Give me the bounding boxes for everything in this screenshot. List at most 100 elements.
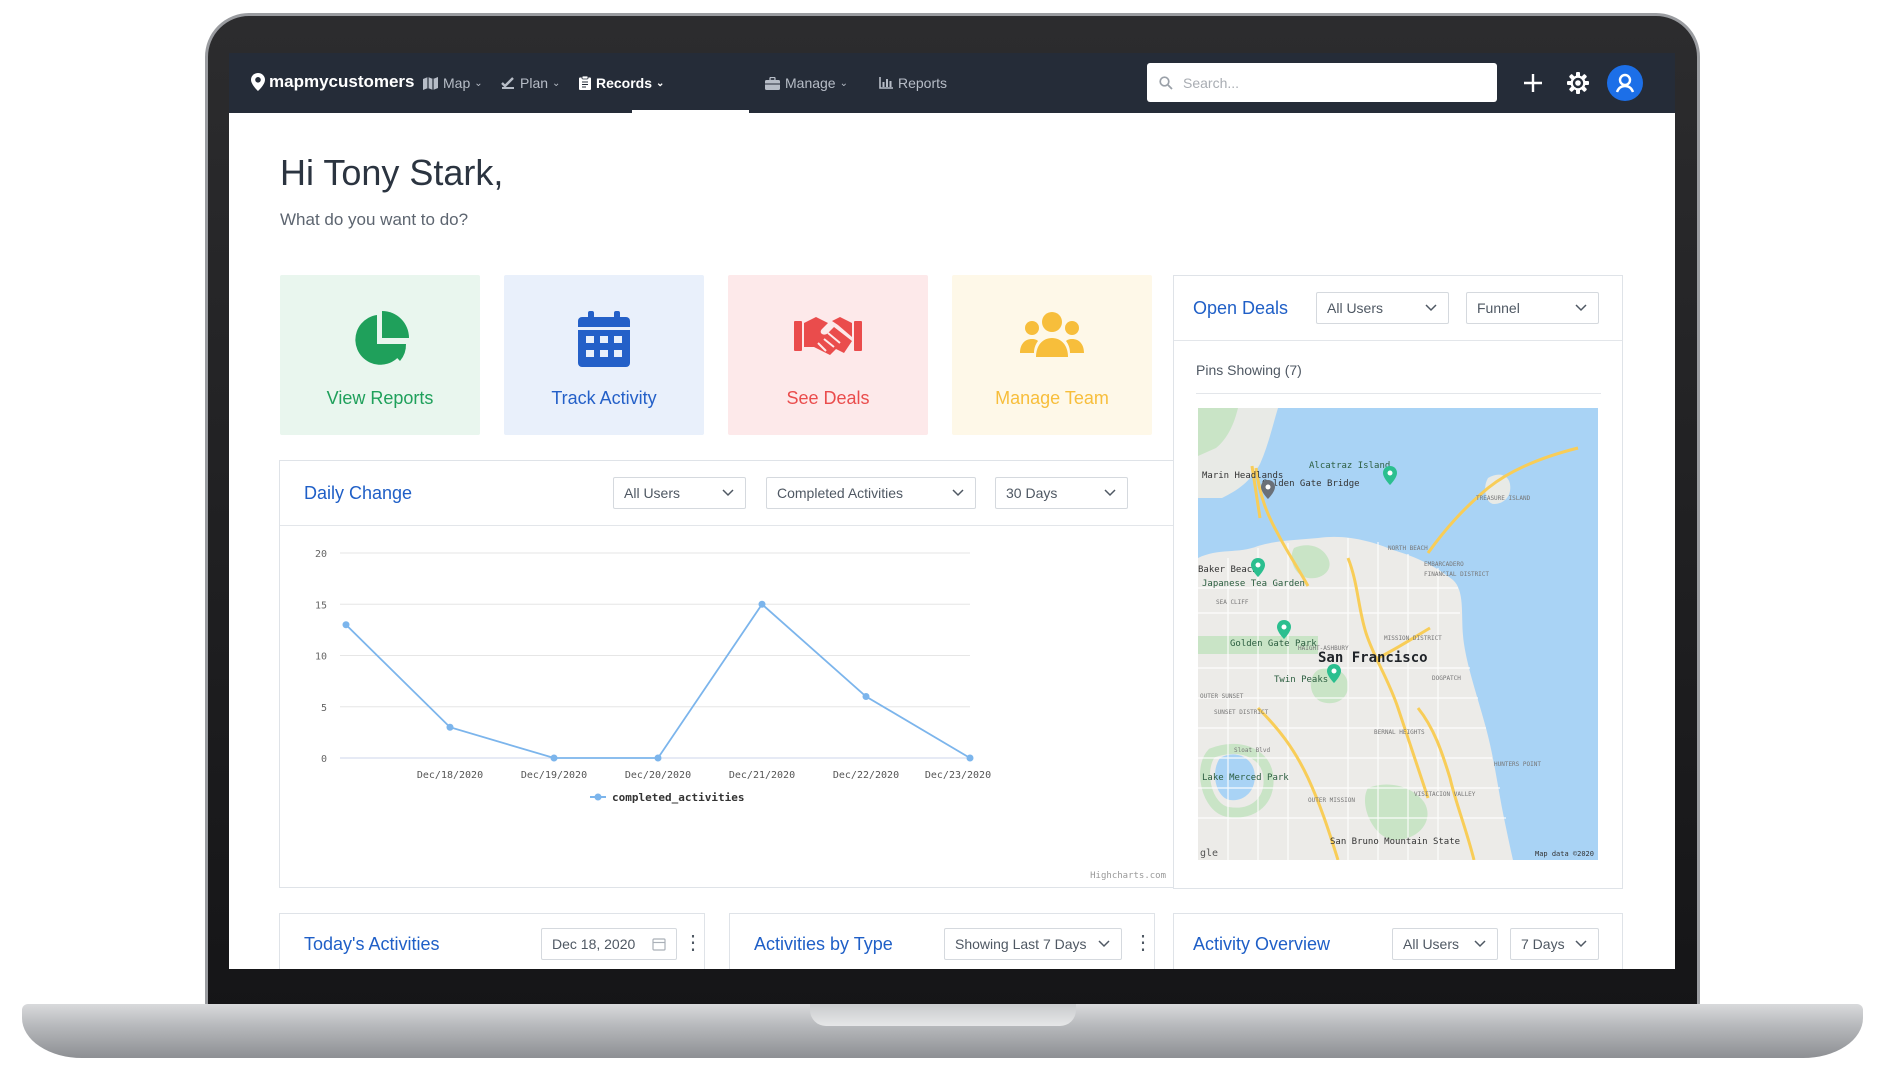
gear-icon[interactable]	[1566, 71, 1590, 95]
y-tick-label: 20	[315, 549, 327, 560]
legend-marker	[594, 793, 602, 801]
map-label: Lake Merced Park	[1202, 773, 1289, 783]
map-label: San Bruno Mountain State	[1330, 837, 1460, 847]
brand-name: mapmycustomers	[269, 72, 415, 91]
map-label: Baker Beach	[1198, 565, 1258, 575]
chevron-down-icon	[952, 489, 964, 497]
nav-manage-label: Manage	[785, 75, 836, 91]
chevron-down-icon	[1425, 304, 1437, 312]
deals-map[interactable]: San Francisco Alcatraz Island Golden Gat…	[1198, 408, 1598, 860]
chevron-down-icon	[1474, 940, 1486, 948]
map-icon	[423, 76, 438, 90]
deal-view-value: Funnel	[1477, 300, 1520, 316]
data-point	[966, 754, 974, 762]
more-options-icon[interactable]: ⋮	[1133, 933, 1153, 953]
team-icon	[1020, 312, 1084, 357]
chevron-down-icon	[1098, 940, 1110, 948]
track-activity-label: Track Activity	[551, 388, 657, 408]
calendar-icon	[578, 311, 630, 367]
handshake-icon	[794, 317, 862, 355]
todays-activities-card: Today's Activities Dec 18, 2020 ⋮	[279, 913, 705, 969]
search-icon	[1159, 75, 1173, 90]
series-line-completed-activities	[345, 602, 971, 759]
deal-users-select[interactable]: All Users	[1316, 292, 1449, 324]
chevron-down-icon: ⌄	[474, 77, 483, 89]
data-point	[446, 723, 454, 731]
metric-filter-select[interactable]: Completed Activities	[766, 477, 976, 509]
map-label: OUTER MISSION	[1308, 797, 1355, 804]
map-pin-icon	[251, 73, 265, 91]
activity-overview-card: Activity Overview All Users 7 Days	[1173, 913, 1623, 969]
open-deals-card: Open Deals All Users Funnel Pins Showing…	[1173, 275, 1623, 889]
chevron-down-icon: ⌄	[656, 77, 665, 89]
map-label: Alcatraz Island	[1309, 461, 1390, 471]
user-icon	[1615, 73, 1635, 93]
map-label: SEA CLIFF	[1216, 599, 1249, 606]
map-label: FINANCIAL DISTRICT	[1424, 571, 1489, 578]
map-label: HUNTERS POINT	[1494, 761, 1541, 768]
plus-icon[interactable]	[1522, 72, 1544, 94]
activity-overview-title: Activity Overview	[1193, 934, 1331, 954]
deal-view-select[interactable]: Funnel	[1466, 292, 1599, 324]
type-range-select[interactable]: Showing Last 7 Days	[944, 928, 1122, 960]
card-divider	[1196, 393, 1601, 394]
nav-plan-label: Plan	[520, 75, 549, 91]
daily-change-card: Daily Change All Users Completed Activit…	[279, 460, 1185, 888]
user-avatar[interactable]	[1607, 65, 1643, 101]
overview-range-select[interactable]: 7 Days	[1510, 928, 1599, 960]
nav-map-label: Map	[443, 75, 471, 91]
overview-users-value: All Users	[1403, 936, 1460, 952]
track-activity-tile[interactable]: Track Activity	[504, 275, 704, 435]
nav-manage[interactable]: Manage ⌄	[765, 53, 848, 113]
x-tick-label: Dec/23/2020	[925, 770, 991, 781]
map-label: OUTER SUNSET	[1200, 693, 1244, 700]
date-picker-input[interactable]: Dec 18, 2020	[541, 928, 677, 960]
chevron-down-icon	[1575, 940, 1587, 948]
search-input[interactable]	[1181, 73, 1475, 92]
nav-plan[interactable]: Plan ⌄	[501, 53, 560, 113]
pins-showing-count: Pins Showing (7)	[1196, 362, 1302, 378]
map-label: NORTH BEACH	[1388, 545, 1428, 552]
type-range-value: Showing Last 7 Days	[955, 936, 1087, 952]
more-options-icon[interactable]: ⋮	[683, 933, 703, 953]
map-logo: gle	[1200, 848, 1218, 859]
x-tick-label: Dec/20/2020	[625, 770, 691, 781]
map-label: SUNSET DISTRICT	[1214, 709, 1269, 716]
nav-map[interactable]: Map ⌄	[423, 53, 483, 113]
briefcase-icon	[765, 76, 780, 90]
map-label: Twin Peaks	[1274, 675, 1328, 685]
daily-change-line-chart: 0 5 10 15 20 Dec/18/2020 Dec/19/2020 Dec/20/20…	[315, 549, 1166, 881]
global-search[interactable]	[1147, 63, 1497, 102]
view-reports-label: View Reports	[326, 388, 434, 408]
check-list-icon	[501, 76, 514, 89]
map-label: HAIGHT-ASHBURY	[1298, 645, 1349, 652]
data-point	[654, 754, 662, 762]
map-label: VISITACION VALLEY	[1414, 791, 1476, 798]
see-deals-label: See Deals	[786, 388, 870, 408]
y-tick-label: 10	[315, 652, 327, 663]
app-screen: mapmycustomers Map ⌄ Plan ⌄ Records ⌄ Ma…	[229, 53, 1675, 969]
chevron-down-icon	[1575, 304, 1587, 312]
view-reports-tile[interactable]: View Reports	[280, 275, 480, 435]
brand-logo[interactable]: mapmycustomers	[251, 72, 415, 92]
map-label: Marin Headlands	[1202, 471, 1283, 481]
map-label: EMBARCADERO	[1424, 561, 1464, 568]
legend-label: completed_activities	[612, 791, 744, 804]
overview-users-select[interactable]: All Users	[1392, 928, 1498, 960]
see-deals-tile[interactable]: See Deals	[728, 275, 928, 435]
overview-range-value: 7 Days	[1521, 936, 1565, 952]
map-label: Japanese Tea Garden	[1202, 579, 1305, 589]
map-city-label: San Francisco	[1318, 650, 1428, 666]
date-picker-value: Dec 18, 2020	[552, 936, 636, 952]
nav-reports-label: Reports	[898, 75, 948, 91]
nav-records[interactable]: Records ⌄	[579, 53, 664, 113]
range-filter-select[interactable]: 30 Days	[995, 477, 1128, 509]
laptop-notch	[810, 1004, 1076, 1026]
manage-team-tile[interactable]: Manage Team	[952, 275, 1152, 435]
range-filter-value: 30 Days	[1006, 485, 1058, 501]
activities-by-type-card: Activities by Type Showing Last 7 Days ⋮	[729, 913, 1155, 969]
y-tick-label: 0	[321, 754, 327, 765]
nav-reports[interactable]: Reports	[879, 53, 947, 113]
users-filter-value: All Users	[624, 485, 681, 501]
users-filter-select[interactable]: All Users	[613, 477, 746, 509]
